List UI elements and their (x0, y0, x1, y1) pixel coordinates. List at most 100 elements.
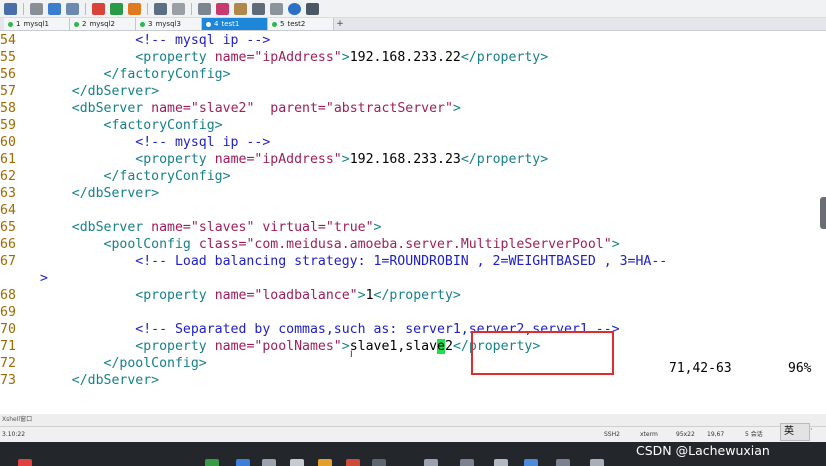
status-dot-icon (140, 21, 145, 27)
taskbar-app-icon[interactable] (590, 459, 604, 466)
code-tag: <poolConfig (103, 237, 199, 252)
code-tag: </property> (460, 50, 549, 65)
status-size: 95x22 (676, 431, 695, 438)
code-comment: <!-- mysql ip --> (135, 33, 271, 48)
toolbar-separator (191, 2, 192, 15)
keyboard-icon[interactable] (198, 2, 211, 15)
favorite-icon[interactable] (92, 2, 105, 15)
tab-number: 1 (16, 19, 21, 28)
line-number: 71 (0, 339, 16, 354)
code-attribute: name= (214, 288, 255, 303)
search-icon[interactable] (30, 2, 43, 15)
taskbar-app-icon[interactable] (494, 459, 508, 466)
highlight-icon[interactable] (216, 2, 229, 15)
line-number: 56 (0, 67, 16, 82)
new-session-icon[interactable] (4, 2, 17, 15)
code-string: "ipAddress" (254, 50, 342, 65)
tab-number: 3 (148, 19, 153, 28)
code-tag: > (341, 339, 350, 354)
text-cursor-icon: I (350, 350, 353, 360)
tab-test2[interactable]: 5 test2 (268, 18, 334, 30)
search-icon[interactable] (262, 459, 276, 466)
taskbar-app-icon[interactable] (372, 459, 386, 466)
line-number: 57 (0, 84, 16, 99)
taskbar-app-icon[interactable] (205, 459, 219, 466)
code-string: "ipAddress" (254, 152, 342, 167)
taskbar-app-icon[interactable] (346, 459, 360, 466)
line-number: 58 (0, 101, 16, 116)
layout-icon[interactable] (252, 2, 265, 15)
fullscreen-icon[interactable] (154, 2, 167, 15)
code-text: 192.168.233.22 (349, 50, 461, 65)
status-bar: 3.10:22 SSH2 xterm 95x22 19,67 5 会话 (0, 426, 826, 442)
code-string: "abstractServer" (325, 101, 453, 116)
code-string: "slave2" (190, 101, 255, 116)
help-icon[interactable] (288, 2, 301, 15)
taskbar-app-icon[interactable] (424, 459, 438, 466)
tab-test1[interactable]: 4 test1 (202, 18, 268, 30)
code-tag: > (373, 220, 382, 235)
line-number: 73 (0, 373, 16, 388)
ime-menu-dot[interactable]: · (810, 425, 813, 434)
tab-mysql1[interactable]: 1 mysql1 (4, 18, 70, 30)
code-line: 72 </poolConfig> (0, 355, 207, 372)
globe-icon[interactable] (48, 2, 61, 15)
code-line: 58 <dbServer name="slave2" parent="abstr… (0, 100, 461, 117)
code-line: 63 </dbServer> (0, 185, 159, 202)
code-line: 65 <dbServer name="slaves" virtual="true… (0, 219, 381, 236)
code-attribute: class= (198, 237, 247, 252)
code-comment: > (40, 271, 48, 286)
taskbar-app-icon[interactable] (290, 459, 304, 466)
properties-icon[interactable] (66, 2, 79, 15)
toolbar-separator (147, 2, 148, 15)
start-icon[interactable] (236, 459, 250, 466)
scroll-percent: 96% (788, 361, 812, 376)
line-number: 62 (0, 169, 16, 184)
lock-icon[interactable] (172, 2, 185, 15)
line-number: 63 (0, 186, 16, 201)
line-number: 61 (0, 152, 16, 167)
gear-icon[interactable] (270, 2, 283, 15)
code-tag: </factoryConfig> (103, 67, 231, 82)
line-number: 59 (0, 118, 16, 133)
transfer-icon[interactable] (110, 2, 123, 15)
taskbar-app-icon[interactable] (318, 459, 332, 466)
code-attribute: name= (214, 152, 255, 167)
code-attribute: parent= (270, 101, 326, 116)
line-number: 66 (0, 237, 16, 252)
code-tag: > (341, 50, 350, 65)
taskbar-app-icon[interactable] (460, 459, 474, 466)
code-attribute: virtual= (262, 220, 326, 235)
status-terminal: xterm (640, 431, 658, 438)
taskbar-app-icon[interactable] (556, 459, 570, 466)
text-cursor: e (437, 339, 445, 354)
script-icon[interactable] (234, 2, 247, 15)
taskbar-app-icon[interactable] (18, 459, 32, 466)
xftp-icon[interactable] (128, 2, 141, 15)
toolbar (0, 0, 826, 18)
toolbar-separator (23, 2, 24, 15)
code-tag: </dbServer> (71, 373, 160, 388)
code-line: 73 </dbServer> (0, 372, 159, 389)
tab-mysql2[interactable]: 2 mysql2 (70, 18, 136, 30)
side-panel-handle[interactable] (820, 197, 826, 229)
ime-indicator[interactable]: 英 (780, 423, 810, 441)
terminal-editor[interactable]: 54 <!-- mysql ip --> 55 <property name="i… (0, 32, 822, 414)
status-connection-time: 3.10:22 (2, 431, 26, 438)
compose-icon[interactable] (306, 2, 319, 15)
code-attribute: name= (151, 101, 191, 116)
csdn-watermark: CSDN @Lachewuxian (636, 443, 770, 458)
add-tab-button[interactable]: + (334, 18, 346, 30)
tab-mysql3[interactable]: 3 mysql3 (136, 18, 202, 30)
taskbar-app-icon[interactable] (524, 459, 538, 466)
code-string: "slaves" (190, 220, 255, 235)
